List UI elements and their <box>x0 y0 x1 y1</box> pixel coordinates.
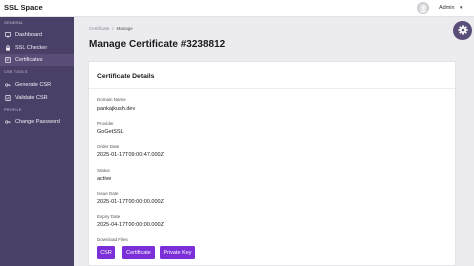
status-label: Status <box>97 168 110 173</box>
download-csr-button[interactable]: CSR <box>97 246 115 259</box>
download-private-key-button[interactable]: Private Key <box>160 246 195 259</box>
check-file-icon <box>5 95 11 101</box>
card-title: Certificate Details <box>97 73 155 80</box>
settings-button[interactable] <box>453 21 472 40</box>
provider-label: Provider <box>97 121 114 126</box>
download-certificate-button[interactable]: Certificate <box>122 246 155 259</box>
user-menu-label[interactable]: Admin <box>439 5 455 11</box>
sidebar-item-label: Change Password <box>15 119 60 125</box>
sidebar-item-label: Validate CSR <box>15 95 48 101</box>
chevron-down-icon[interactable]: ▾ <box>460 5 463 11</box>
provider-value: GoGetSSL <box>97 129 124 135</box>
order-date-label: Order Date <box>97 144 120 149</box>
key-icon <box>5 82 11 88</box>
lock-icon <box>5 45 11 51</box>
sidebar-section-csr-tools: CSR TOOLS <box>4 70 28 74</box>
sidebar-item-certificates[interactable]: Certificates <box>0 54 74 66</box>
sidebar: GENERAL Dashboard SSL Checker Certificat… <box>0 17 74 266</box>
card-divider <box>89 88 455 89</box>
download-files-label: Download Files <box>97 237 128 242</box>
certificate-details-card: Certificate Details Domain Name pankajku… <box>88 61 456 266</box>
user-avatar[interactable] <box>417 2 429 14</box>
breadcrumb-separator: / <box>112 26 114 31</box>
sidebar-item-ssl-checker[interactable]: SSL Checker <box>0 42 74 54</box>
sidebar-item-change-password[interactable]: Change Password <box>0 116 74 128</box>
expiry-date-label: Expiry Date <box>97 214 121 219</box>
page-title: Manage Certificate #3238812 <box>89 39 226 50</box>
breadcrumb-parent-link[interactable]: Certificate <box>89 26 109 31</box>
top-bar: SSL Space Admin ▾ <box>0 0 474 17</box>
sidebar-item-label: Generate CSR <box>15 82 52 88</box>
domain-name-label: Domain Name <box>97 97 126 102</box>
sidebar-item-label: Certificates <box>15 57 43 63</box>
issue-date-value: 2025-01-17T00:00:00.000Z <box>97 199 164 205</box>
sidebar-item-validate-csr[interactable]: Validate CSR <box>0 92 74 104</box>
sidebar-section-general: GENERAL <box>4 21 24 25</box>
gear-icon <box>457 22 468 40</box>
sidebar-item-dashboard[interactable]: Dashboard <box>0 29 74 41</box>
order-date-value: 2025-01-17T09:00:47.000Z <box>97 152 164 158</box>
brand-title: SSL Space <box>4 3 43 12</box>
monitor-icon <box>5 32 11 38</box>
sidebar-item-label: SSL Checker <box>15 45 48 51</box>
breadcrumb-current: Manage <box>116 26 133 31</box>
domain-name-value: pankajkush.dev <box>97 106 136 112</box>
avatar-body-shape <box>419 10 428 13</box>
sidebar-item-generate-csr[interactable]: Generate CSR <box>0 79 74 91</box>
status-value: active <box>97 176 112 182</box>
sidebar-item-label: Dashboard <box>15 32 42 38</box>
key-icon <box>5 119 11 125</box>
breadcrumb: Certificate / Manage <box>89 26 133 31</box>
sidebar-section-profile: PROFILE <box>4 108 22 112</box>
issue-date-label: Issue Date <box>97 191 119 196</box>
certificate-icon <box>5 57 11 63</box>
expiry-date-value: 2025-04-17T00:00:00.000Z <box>97 222 164 228</box>
